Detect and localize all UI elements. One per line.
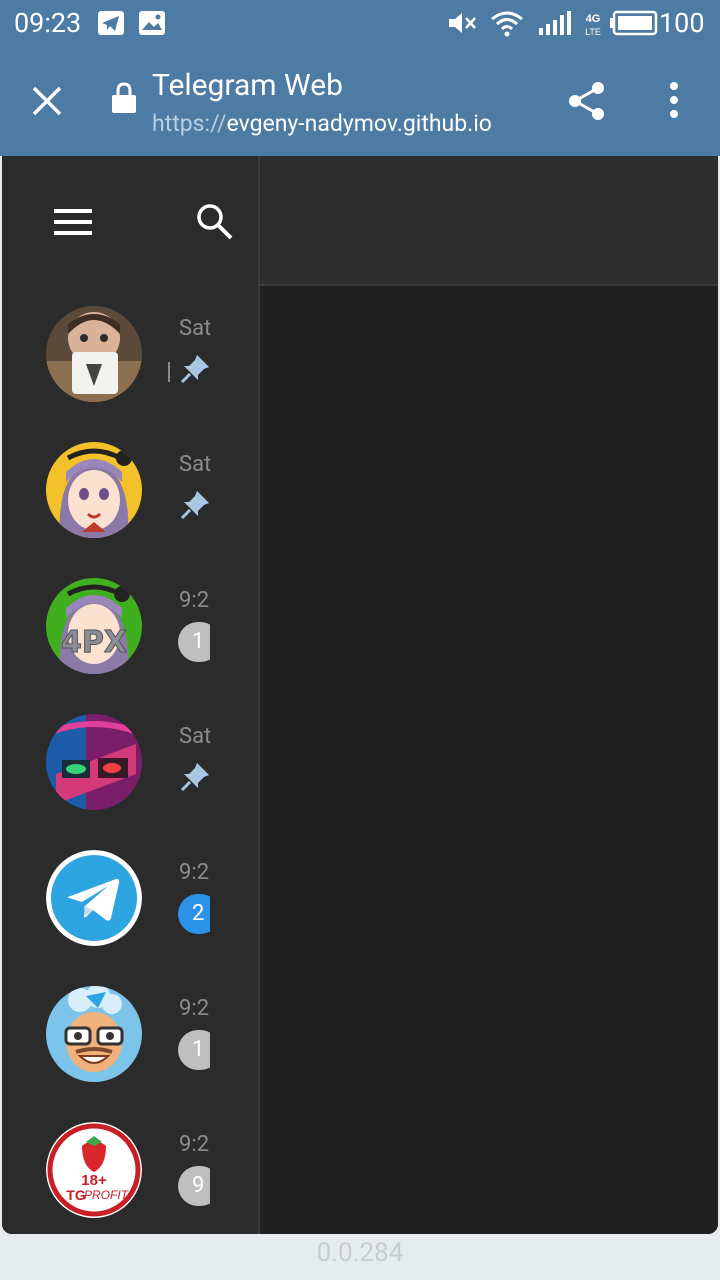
battery-icon xyxy=(610,10,658,36)
avatar xyxy=(46,306,142,402)
unread-count: 1 xyxy=(178,622,210,662)
preview-fragment xyxy=(168,362,170,382)
chat-list-item[interactable]: 9:2 1 xyxy=(2,972,258,1108)
chat-time: 9:2 xyxy=(179,588,210,613)
image-notification-icon xyxy=(139,11,165,35)
telegram-notification-icon xyxy=(98,11,124,35)
chat-list-item[interactable]: 18+ TG PROFIT 9:2 9 xyxy=(2,1108,258,1234)
unread-badge: 2 xyxy=(178,894,210,934)
chat-list-item[interactable]: 9:2 2 xyxy=(2,836,258,972)
chat-time: Sat xyxy=(179,452,211,477)
avatar xyxy=(46,714,142,810)
avatar xyxy=(46,986,142,1082)
lock-icon xyxy=(112,82,136,113)
share-icon[interactable] xyxy=(566,80,608,122)
chat-time: Sat xyxy=(179,316,211,341)
avatar-text-line2: TG xyxy=(66,1187,86,1203)
pin-icon xyxy=(180,491,209,520)
more-icon[interactable] xyxy=(664,82,684,118)
url-scheme: https:// xyxy=(152,110,227,137)
unread-count: 2 xyxy=(178,894,210,934)
avatar-text-line3: PROFIT xyxy=(84,1188,130,1202)
unread-count: 9 xyxy=(178,1166,210,1206)
chat-sidebar: Sat Sat 4PX 9:2 1 Sat 9:2 2 9:2 1 18+ TG… xyxy=(2,156,260,1234)
chat-list-item[interactable]: Sat xyxy=(2,700,258,836)
chat-list-item[interactable]: Sat xyxy=(2,292,258,428)
battery-percent: 100 xyxy=(659,7,705,39)
close-icon[interactable] xyxy=(30,84,64,118)
page-url[interactable]: https://evgeny-nadymov.github.io xyxy=(152,110,492,137)
telegram-app: Sat Sat 4PX 9:2 1 Sat 9:2 2 9:2 1 18+ TG… xyxy=(2,156,718,1234)
wifi-icon xyxy=(491,11,523,37)
page-title: Telegram Web xyxy=(152,68,343,103)
chat-header xyxy=(260,156,718,286)
chat-time: 9:2 xyxy=(179,1132,210,1157)
search-icon[interactable] xyxy=(195,202,235,242)
unread-badge: 9 xyxy=(178,1166,210,1206)
chat-time: 9:2 xyxy=(179,860,210,885)
menu-icon[interactable] xyxy=(54,208,94,236)
unread-count: 1 xyxy=(178,1030,210,1070)
chat-list-item[interactable]: Sat xyxy=(2,428,258,564)
pin-icon xyxy=(180,355,209,384)
chat-time: Sat xyxy=(179,724,211,749)
status-bar: 09:23 4G LTE 100 xyxy=(0,0,720,48)
pin-icon xyxy=(180,763,209,792)
avatar xyxy=(46,850,142,946)
svg-text:4G: 4G xyxy=(586,13,601,25)
unread-badge: 1 xyxy=(178,622,210,662)
chat-area xyxy=(260,286,718,1234)
telegram-logo-icon xyxy=(46,850,142,946)
avatar-overlay-text: 4PX xyxy=(61,625,127,660)
avatar: 4PX xyxy=(46,578,142,674)
unread-badge: 1 xyxy=(178,1030,210,1070)
svg-text:LTE: LTE xyxy=(585,27,601,37)
signal-icon xyxy=(539,11,571,35)
browser-toolbar: Telegram Web https://evgeny-nadymov.gith… xyxy=(0,48,720,156)
url-host: evgeny-nadymov.github.io xyxy=(226,110,492,137)
chat-list-item[interactable]: 4PX 9:2 1 xyxy=(2,564,258,700)
avatar: 18+ TG PROFIT xyxy=(46,1122,142,1218)
app-version: 0.0.284 xyxy=(316,1238,404,1268)
avatar xyxy=(46,442,142,538)
mute-icon xyxy=(449,13,476,33)
chat-time: 9:2 xyxy=(179,996,210,1021)
4g-lte-icon: 4G LTE xyxy=(585,13,601,37)
status-time: 09:23 xyxy=(14,7,82,39)
